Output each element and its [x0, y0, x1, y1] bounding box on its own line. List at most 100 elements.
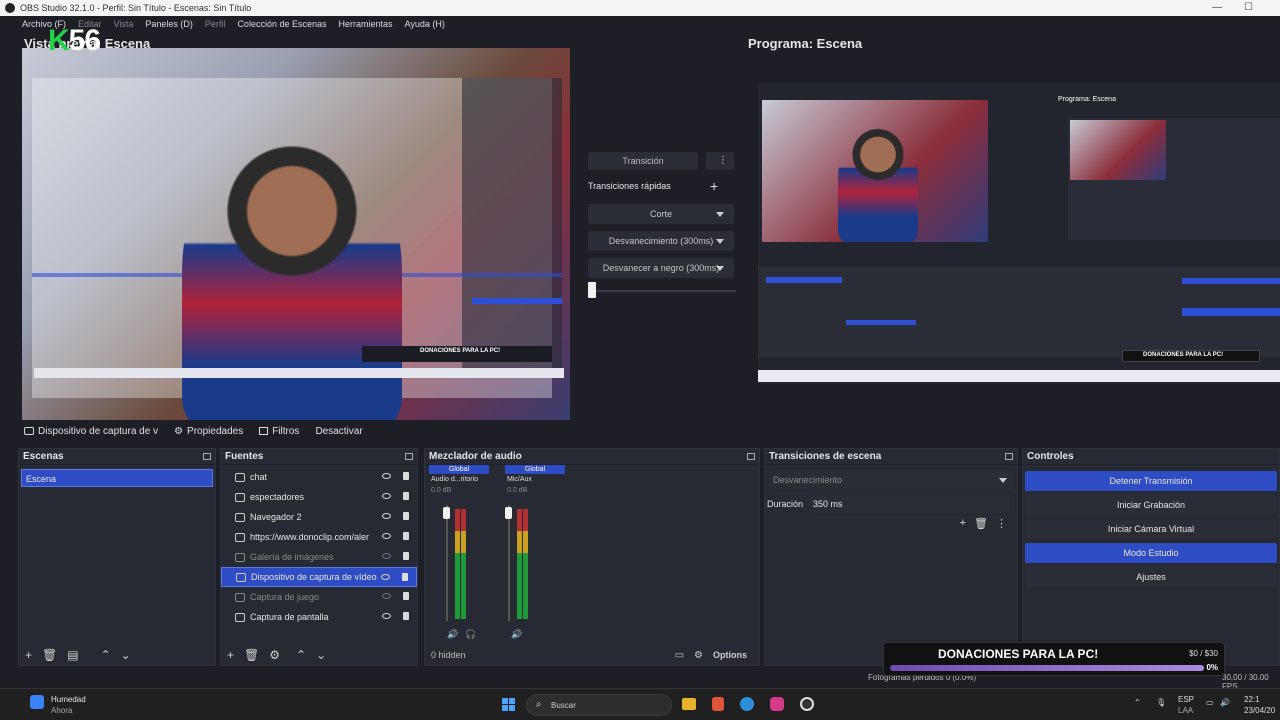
- lock-icon[interactable]: [403, 532, 409, 540]
- eye-icon[interactable]: [382, 513, 391, 519]
- lock-icon[interactable]: [403, 592, 409, 600]
- source-item-navegador-2[interactable]: Navegador 2: [221, 507, 417, 527]
- eye-icon[interactable]: [382, 533, 391, 539]
- source-item-donoclip[interactable]: https://www.donoclip.com/aler: [221, 527, 417, 547]
- move-down-icon[interactable]: ⌄: [316, 648, 326, 662]
- deactivate-button[interactable]: Desactivar: [315, 426, 362, 437]
- network-icon[interactable]: ▭: [1206, 698, 1214, 707]
- edge-browser-icon[interactable]: [740, 697, 754, 711]
- undock-icon[interactable]: [1005, 453, 1013, 460]
- duration-input[interactable]: 350 ms: [809, 495, 1009, 513]
- speaker-icon[interactable]: 🔊: [447, 629, 458, 640]
- preview-canvas[interactable]: DONACIONES PARA LA PC!: [22, 48, 570, 420]
- add-icon[interactable]: +: [25, 648, 32, 662]
- menu-docks[interactable]: Paneles (D): [145, 16, 193, 32]
- menu-tools[interactable]: Herramientas: [339, 16, 393, 32]
- obs-taskbar-icon[interactable]: [800, 697, 814, 711]
- source-item-game-capture[interactable]: Captura de juego: [221, 587, 417, 607]
- channel-name[interactable]: Mic/Aux: [505, 474, 565, 486]
- maximize-icon[interactable]: ☐: [1244, 0, 1253, 16]
- undock-icon[interactable]: [747, 453, 755, 460]
- program-donation-mini: DONACIONES PARA LA PC!: [1143, 352, 1224, 358]
- clock-time[interactable]: 22:1: [1244, 695, 1260, 704]
- menu-scene-collection[interactable]: Colección de Escenas: [237, 16, 326, 32]
- eye-hidden-icon[interactable]: [382, 553, 391, 559]
- instagram-icon[interactable]: [770, 697, 784, 711]
- trash-icon[interactable]: 🗑: [42, 648, 57, 662]
- transition-button[interactable]: Transición: [588, 152, 698, 170]
- source-item-galeria[interactable]: Galería de imágenes: [221, 547, 417, 567]
- lock-icon[interactable]: [403, 552, 409, 560]
- donation-progress-bar: [890, 665, 1204, 671]
- audio-mixer-dock: Mezclador de audio Global Audio d...rito…: [424, 448, 760, 666]
- trash-icon[interactable]: 🗑: [244, 648, 259, 662]
- transition-menu-button[interactable]: ⋮: [706, 152, 734, 170]
- studio-mode-button[interactable]: Modo Estudio: [1025, 543, 1277, 563]
- quick-transition-cut[interactable]: Corte: [588, 204, 734, 224]
- undock-icon[interactable]: [203, 453, 211, 460]
- gear-icon[interactable]: ⚙: [269, 648, 280, 662]
- menu-profile[interactable]: Perfil: [205, 16, 226, 32]
- speaker-icon[interactable]: 🔊: [511, 629, 522, 640]
- start-virtual-camera-button[interactable]: Iniciar Cámara Virtual: [1025, 519, 1277, 539]
- undock-icon[interactable]: [405, 453, 413, 460]
- eye-icon[interactable]: [382, 493, 391, 499]
- taskbar-search[interactable]: ⌕ Buscar: [526, 694, 672, 716]
- trash-icon[interactable]: 🗑: [974, 517, 988, 530]
- t-bar-track[interactable]: [592, 290, 736, 292]
- volume-fader-mic[interactable]: [508, 505, 510, 621]
- properties-button[interactable]: ⚙ Propiedades: [174, 426, 243, 437]
- source-item-chat[interactable]: chat: [221, 467, 417, 487]
- volume-fader-desktop[interactable]: [446, 505, 448, 621]
- move-down-icon[interactable]: ⌄: [121, 648, 131, 662]
- source-item-screen-capture[interactable]: Captura de pantalla: [221, 607, 417, 627]
- weather-icon[interactable]: [30, 695, 44, 709]
- fader-knob[interactable]: [443, 507, 450, 519]
- advanced-audio-icon[interactable]: ⚙: [694, 650, 703, 661]
- menu-help[interactable]: Ayuda (H): [405, 16, 445, 32]
- start-recording-button[interactable]: Iniciar Grabación: [1025, 495, 1277, 515]
- transition-select[interactable]: Desvanecimiento: [769, 471, 1013, 489]
- language-indicator[interactable]: ESP: [1178, 695, 1194, 704]
- channel-name[interactable]: Audio d...ritorio: [429, 474, 489, 486]
- layout-icon[interactable]: ▭: [675, 650, 684, 661]
- eye-hidden-icon[interactable]: [382, 593, 391, 599]
- source-item-espectadores[interactable]: espectadores: [221, 487, 417, 507]
- settings-button[interactable]: Ajustes: [1025, 567, 1277, 587]
- microphone-icon[interactable]: 🎙: [1156, 698, 1166, 707]
- menu-view[interactable]: Vista: [114, 16, 134, 32]
- clock-date[interactable]: 23/04/20: [1244, 706, 1275, 715]
- lock-icon[interactable]: [403, 612, 409, 620]
- stop-streaming-button[interactable]: Detener Transmisión: [1025, 471, 1277, 491]
- eye-icon[interactable]: [381, 574, 390, 580]
- mixer-title-label: Mezclador de audio: [429, 451, 522, 462]
- source-item-video-capture[interactable]: Dispositivo de captura de vídeo: [221, 567, 417, 587]
- kebab-icon[interactable]: ⋮: [996, 517, 1007, 530]
- add-icon[interactable]: +: [227, 648, 234, 662]
- minimize-icon[interactable]: —: [1212, 0, 1222, 16]
- windows-start-icon[interactable]: [502, 698, 516, 712]
- fader-knob[interactable]: [505, 507, 512, 519]
- lock-icon[interactable]: [403, 512, 409, 520]
- quick-transition-fade-black[interactable]: Desvanecer a negro (300ms): [588, 258, 734, 278]
- lock-icon[interactable]: [402, 573, 408, 581]
- add-icon[interactable]: +: [960, 517, 966, 530]
- lock-icon[interactable]: [403, 472, 409, 480]
- move-up-icon[interactable]: ⌃: [296, 648, 306, 662]
- t-bar-handle[interactable]: [588, 282, 596, 298]
- mixer-options-button[interactable]: Options: [713, 650, 747, 660]
- quick-transition-fade[interactable]: Desvanecimiento (300ms): [588, 231, 734, 251]
- brave-browser-icon[interactable]: [712, 697, 724, 711]
- lock-icon[interactable]: [403, 492, 409, 500]
- headphones-icon[interactable]: 🎧: [465, 629, 476, 640]
- chevron-up-icon[interactable]: ⌃: [1134, 698, 1141, 707]
- add-quick-transition-icon[interactable]: +: [710, 178, 718, 194]
- filter-icon[interactable]: ▤: [67, 648, 78, 662]
- file-explorer-icon[interactable]: [682, 698, 696, 710]
- eye-icon[interactable]: [382, 613, 391, 619]
- volume-icon[interactable]: 🔊: [1220, 698, 1230, 707]
- eye-icon[interactable]: [382, 473, 391, 479]
- scene-item[interactable]: Escena: [21, 469, 213, 487]
- move-up-icon[interactable]: ⌃: [101, 648, 111, 662]
- filters-button[interactable]: Filtros: [259, 426, 299, 437]
